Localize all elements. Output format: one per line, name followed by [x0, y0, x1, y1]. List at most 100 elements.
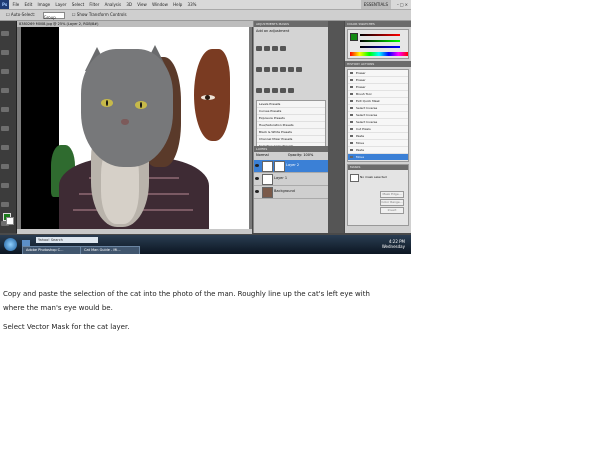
preset-item[interactable]: Exposure Presets: [257, 115, 325, 122]
masks-panel-title[interactable]: MASKS: [348, 165, 408, 170]
color-balance-icon[interactable]: [272, 67, 278, 72]
layer-row[interactable]: Background: [254, 186, 328, 199]
tools-panel: [0, 21, 17, 245]
adjustments-tab[interactable]: ADJUSTMENTS: [256, 22, 278, 26]
history-step[interactable]: Eraser: [348, 84, 408, 91]
menu-file[interactable]: File: [13, 2, 20, 7]
zoom-level[interactable]: 33%: [188, 2, 197, 7]
move-tool-icon[interactable]: [1, 31, 9, 36]
menu-help[interactable]: Help: [173, 2, 182, 7]
workspace-switcher[interactable]: ESSENTIALS: [360, 0, 391, 9]
preset-item[interactable]: Channel Mixer Presets: [257, 136, 325, 143]
system-clock: 4:22 PM Wednesday: [382, 239, 405, 249]
adjustments-layers-panel: ADJUSTMENTS MASKS Add an adjustment Leve…: [253, 21, 328, 233]
preset-item[interactable]: Curves Presets: [257, 108, 325, 115]
auto-select-checkbox[interactable]: ☐ Auto-Select:: [6, 10, 35, 20]
cat-right-eye: [135, 101, 147, 109]
start-button-icon[interactable]: [4, 238, 17, 251]
curves-icon[interactable]: [272, 46, 278, 51]
quick-select-tool-icon[interactable]: [1, 88, 9, 93]
crop-tool-icon[interactable]: [1, 107, 9, 112]
background-color-swatch[interactable]: [6, 217, 14, 225]
blue-slider[interactable]: [360, 46, 400, 48]
search-input[interactable]: Yahoo! Search: [36, 237, 98, 243]
eyedropper-tool-icon[interactable]: [1, 126, 9, 131]
history-step[interactable]: Paste: [348, 133, 408, 140]
blend-mode-dropdown[interactable]: Normal: [256, 153, 269, 157]
hue-sat-icon[interactable]: [264, 67, 270, 72]
levels-icon[interactable]: [264, 46, 270, 51]
channel-mixer-icon[interactable]: [296, 67, 302, 72]
gradient-map-icon[interactable]: [280, 88, 286, 93]
color-tab[interactable]: COLOR: [347, 22, 357, 26]
history-tabs[interactable]: HISTORY ACTIONS: [345, 61, 411, 67]
eye-icon[interactable]: [255, 177, 259, 180]
taskbar-button-guide[interactable]: Cat Man Guide - Mi...: [80, 246, 140, 254]
invert-icon[interactable]: [256, 88, 262, 93]
preset-item[interactable]: Levels Presets: [257, 101, 325, 108]
opacity-value[interactable]: 100%: [303, 153, 313, 157]
black-white-icon[interactable]: [280, 67, 286, 72]
history-step[interactable]: Eraser: [348, 77, 408, 84]
preset-item[interactable]: Hue/Saturation Presets: [257, 122, 325, 129]
posterize-icon[interactable]: [264, 88, 270, 93]
layer-row[interactable]: Layer 2: [254, 160, 328, 173]
history-step[interactable]: Select Inverse: [348, 105, 408, 112]
window-controls[interactable]: –□×: [397, 0, 409, 9]
history-step[interactable]: Cut Pixels: [348, 126, 408, 133]
color-range-button[interactable]: Color Range...: [380, 199, 404, 206]
masks-tab[interactable]: MASKS: [279, 22, 289, 26]
canvas-area: [17, 27, 252, 229]
photo-filter-icon[interactable]: [288, 67, 294, 72]
green-slider[interactable]: [360, 40, 400, 42]
history-step-current[interactable]: Move: [348, 154, 408, 161]
selective-color-icon[interactable]: [288, 88, 294, 93]
eye-icon[interactable]: [255, 190, 259, 193]
layer-row[interactable]: Layer 1: [254, 173, 328, 186]
exposure-icon[interactable]: [280, 46, 286, 51]
vibrance-icon[interactable]: [256, 67, 262, 72]
transform-controls-checkbox[interactable]: ☐ Show Transform Controls: [72, 10, 127, 20]
threshold-icon[interactable]: [272, 88, 278, 93]
history-step[interactable]: Brush Tool: [348, 91, 408, 98]
history-step[interactable]: Select Inverse: [348, 119, 408, 126]
cat-left-eye: [101, 99, 113, 107]
brush-tool-icon[interactable]: [1, 164, 9, 169]
eye-icon[interactable]: [255, 164, 259, 167]
history-tab[interactable]: HISTORY: [347, 62, 360, 66]
taskbar-button-photoshop[interactable]: Adobe Photoshop C...: [22, 246, 82, 254]
menu-3d[interactable]: 3D: [126, 2, 132, 7]
history-step[interactable]: Paste: [348, 147, 408, 154]
menu-edit[interactable]: Edit: [25, 2, 33, 7]
history-step[interactable]: Select Inverse: [348, 112, 408, 119]
menu-image[interactable]: Image: [38, 2, 51, 7]
lasso-tool-icon[interactable]: [1, 69, 9, 74]
brightness-icon[interactable]: [256, 46, 262, 51]
healing-tool-icon[interactable]: [1, 145, 9, 150]
history-step[interactable]: Move: [348, 140, 408, 147]
menu-select[interactable]: Select: [72, 2, 84, 7]
marquee-tool-icon[interactable]: [1, 50, 9, 55]
menu-analysis[interactable]: Analysis: [105, 2, 121, 7]
history-brush-tool-icon[interactable]: [1, 202, 9, 207]
color-tabs[interactable]: COLOR SWATCHES: [345, 21, 411, 27]
layer-mask-thumbnail[interactable]: [274, 161, 285, 172]
color-swatch[interactable]: [350, 33, 358, 41]
stamp-tool-icon[interactable]: [1, 183, 9, 188]
mask-edge-button[interactable]: Mask Edge...: [380, 191, 404, 198]
auto-select-dropdown[interactable]: Group: [42, 10, 65, 20]
red-slider[interactable]: [360, 34, 400, 36]
history-step[interactable]: Exit Quick Mask: [348, 98, 408, 105]
menu-filter[interactable]: Filter: [89, 2, 99, 7]
preset-item[interactable]: Black & White Presets: [257, 129, 325, 136]
history-step[interactable]: Eraser: [348, 70, 408, 77]
actions-tab[interactable]: ACTIONS: [361, 62, 374, 66]
menu-layer[interactable]: Layer: [55, 2, 66, 7]
layer-name: Layer 2: [286, 163, 300, 167]
document-canvas[interactable]: [21, 27, 249, 229]
menu-view[interactable]: View: [137, 2, 147, 7]
swatches-tab[interactable]: SWATCHES: [358, 22, 374, 26]
menu-window[interactable]: Window: [152, 2, 168, 7]
invert-button[interactable]: Invert: [380, 207, 404, 214]
color-spectrum[interactable]: [350, 52, 408, 56]
